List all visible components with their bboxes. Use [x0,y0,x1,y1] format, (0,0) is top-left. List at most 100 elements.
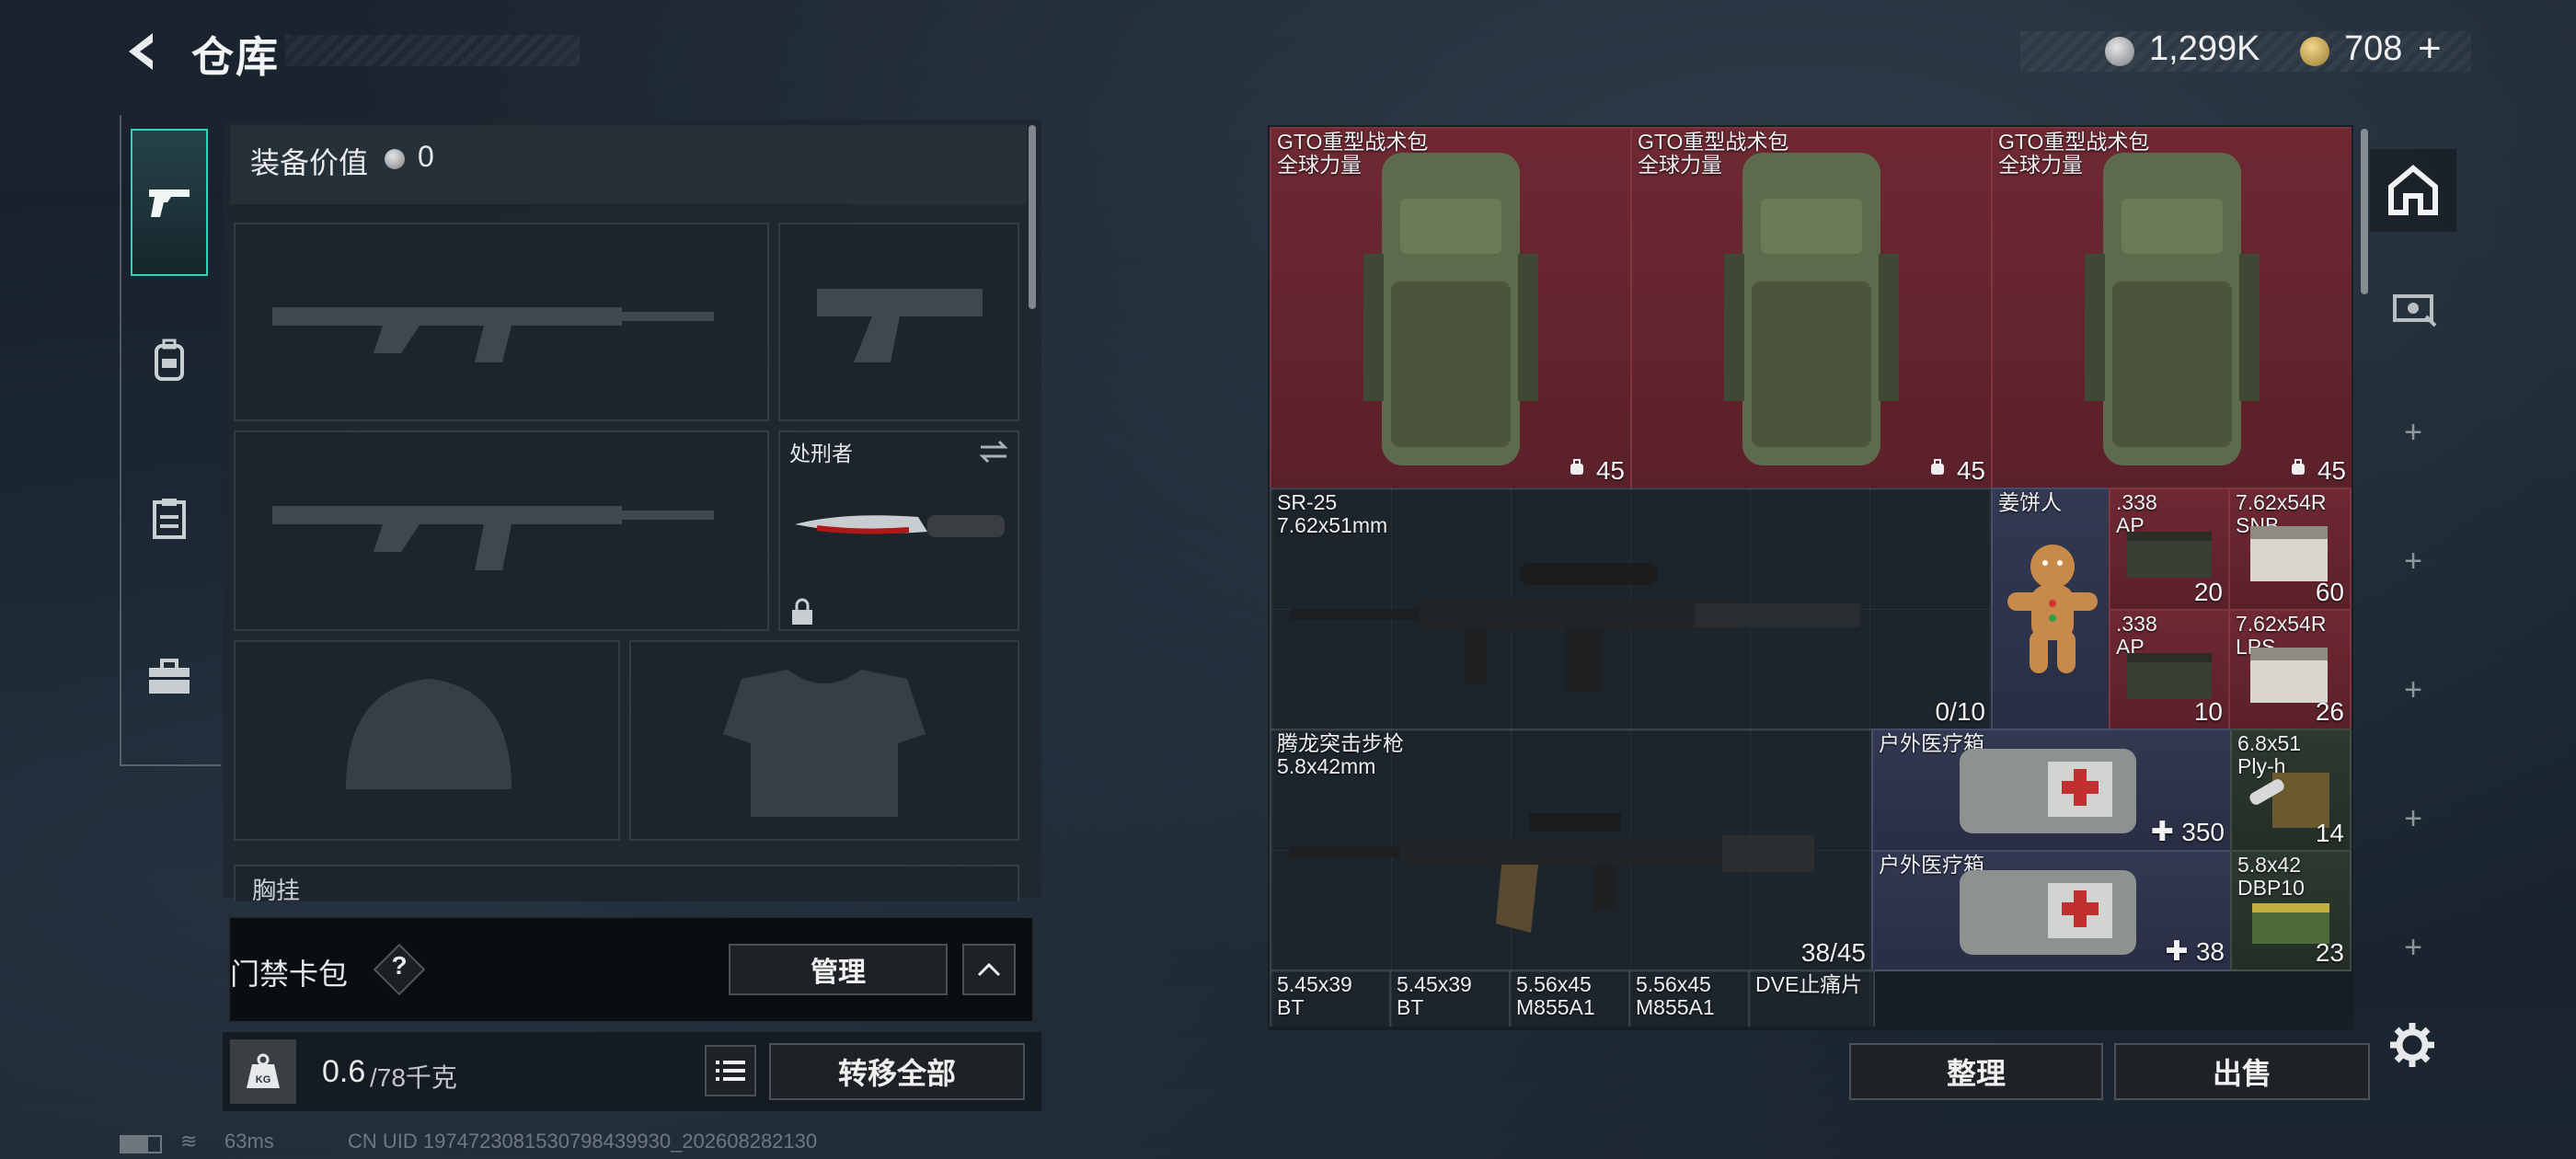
item-count: 0/10 [1935,697,1986,726]
item-name: 腾龙突击步枪 5.8x42mm [1277,731,1404,778]
item-count: 45 [1595,456,1625,485]
item-count: ✚ 38 [2165,935,2225,968]
ammo-box-icon [2127,532,2212,578]
plus-icon[interactable]: + [2370,534,2456,589]
house-icon [2388,165,2438,215]
help-icon[interactable]: ? [386,951,412,981]
page-title: 仓库 [191,33,280,81]
plus-icon[interactable]: + [2370,920,2456,975]
sort-button[interactable]: 整理 [1849,1043,2103,1100]
item-count: 14 [2315,819,2344,847]
list-view-button[interactable] [705,1045,756,1096]
item-name: 5.8x42 DBP10 [2237,853,2305,900]
silver-coin-icon [385,149,405,169]
melee-name: 处刑者 [789,442,853,465]
storage-item[interactable]: 5.56x45 M855A1 [1509,970,1630,1027]
clipboard-icon [153,499,186,539]
rifle-silhouette-icon [272,506,714,570]
primary-weapon-slot-2[interactable] [234,430,769,631]
storage-item[interactable]: .338 AP 10 [2109,609,2230,730]
add-currency-button[interactable]: + [2418,26,2442,72]
storage-item[interactable]: GTO重型战术包 全球力量 45 [1270,127,1632,489]
storage-item[interactable]: SR-25 7.62x51mm 0/10 [1270,488,1993,730]
storage-tabs: + + + + + [2370,129,2456,1021]
ping-text: 63ms [224,1130,274,1153]
secondary-weapon-slot[interactable] [778,223,1019,421]
storage-item[interactable]: 户外医疗箱 ✚ 38 [1871,850,2232,971]
tab-weapons[interactable] [131,129,208,276]
plus-icon[interactable]: + [2370,662,2456,717]
medkit-icon [1960,870,2136,955]
item-count: 10 [2193,697,2223,726]
pistol-icon [149,189,190,217]
gold-currency-amount: 708 [2344,29,2403,68]
medkit-icon [1960,749,2136,833]
storage-item[interactable]: 5.8x42 DBP10 23 [2230,850,2352,971]
item-count: 60 [2315,578,2344,606]
primary-weapon-slot[interactable] [234,223,769,421]
storage-item[interactable]: 5.56x45 M855A1 [1628,970,1750,1027]
add-storage-tab[interactable]: + [2370,405,2456,460]
equipment-value-label: 装备价值 [250,146,369,179]
storage-item[interactable]: 姜饼人 [1991,488,2110,730]
weight-icon: KG [230,1039,296,1104]
tab-tools[interactable] [131,603,208,751]
card-tab[interactable] [2370,276,2456,340]
backpack-icon [1724,153,1899,465]
swap-icon[interactable] [977,438,1010,465]
item-name: DVE止痛片 [1755,972,1863,996]
item-name: 5.56x45 M855A1 [1636,972,1715,1019]
equipment-value: 0 [418,140,434,173]
plus-icon[interactable]: + [2370,791,2456,846]
kg-weight-icon: KG [247,1053,280,1088]
manage-button[interactable]: 管理 [729,944,948,995]
storage-item[interactable]: 5.45x39 BT [1389,970,1511,1027]
melee-slot[interactable]: 处刑者 [778,430,1019,631]
ammo-box-icon [2127,653,2212,699]
lock-icon [792,598,812,625]
item-name: 5.45x39 BT [1277,972,1352,1019]
uid-text: CN UID 1974723081530798439930_2026082821… [348,1130,818,1153]
item-count: 45 [1956,456,1985,485]
backpack-icon [1363,153,1538,465]
weight-current: 0.6 [322,1054,366,1089]
item-count: 20 [2193,578,2223,606]
storage-item[interactable]: 5.45x39 BT [1270,970,1391,1027]
kg-badge-text: KG [256,1074,271,1085]
sell-button[interactable]: 出售 [2114,1043,2370,1100]
storage-item[interactable]: GTO重型战术包 全球力量 45 [1991,127,2352,489]
back-arrow-icon[interactable] [118,28,166,75]
storage-item[interactable]: DVE止痛片 [1748,970,1875,1027]
storage-item[interactable]: 6.8x51 Ply-h 14 [2230,729,2352,852]
tab-gear[interactable] [131,287,208,434]
access-card-label: 门禁卡包 [230,958,349,991]
item-count: 23 [2315,938,2344,967]
silver-coin-icon [2105,37,2134,66]
toolbox-icon [149,659,190,694]
storage-item[interactable]: 户外医疗箱 ✚ 350 [1871,729,2232,852]
storage-grid[interactable]: GTO重型战术包 全球力量 45 GTO重型战术包 全球力量 45 GTO重型战… [1270,127,2352,1027]
transfer-all-button[interactable]: 转移全部 [769,1043,1025,1100]
storage-item[interactable]: .338 AP 20 [2109,488,2230,611]
knife-icon [795,515,1005,537]
weight-max: /78千克 [370,1063,457,1092]
storage-item[interactable]: GTO重型战术包 全球力量 45 [1630,127,1993,489]
vest-silhouette-icon [723,670,926,817]
item-name: 5.56x45 M855A1 [1516,972,1595,1019]
storage-item[interactable]: 7.62x54R SNB 60 [2228,488,2352,611]
equipment-scrollbar[interactable] [1029,125,1036,309]
helmet-slot[interactable] [234,640,620,841]
settings-button[interactable] [2388,1021,2436,1073]
collapse-button[interactable] [962,944,1016,995]
armor-slot[interactable] [629,640,1019,841]
storage-item[interactable]: 7.62x54R LPS 26 [2228,609,2352,730]
tab-supplies[interactable] [131,445,208,592]
storage-scrollbar[interactable] [2361,129,2368,294]
chest-rig-slot[interactable]: 胸挂 [234,865,1019,904]
backpack-icon [155,339,184,381]
warehouse-tab[interactable] [2370,149,2456,232]
storage-item[interactable]: 腾龙突击步枪 5.8x42mm 38/45 [1270,729,1873,971]
card-scanner-icon [2393,294,2437,327]
item-count: 45 [2317,456,2346,485]
list-icon [716,1061,745,1081]
